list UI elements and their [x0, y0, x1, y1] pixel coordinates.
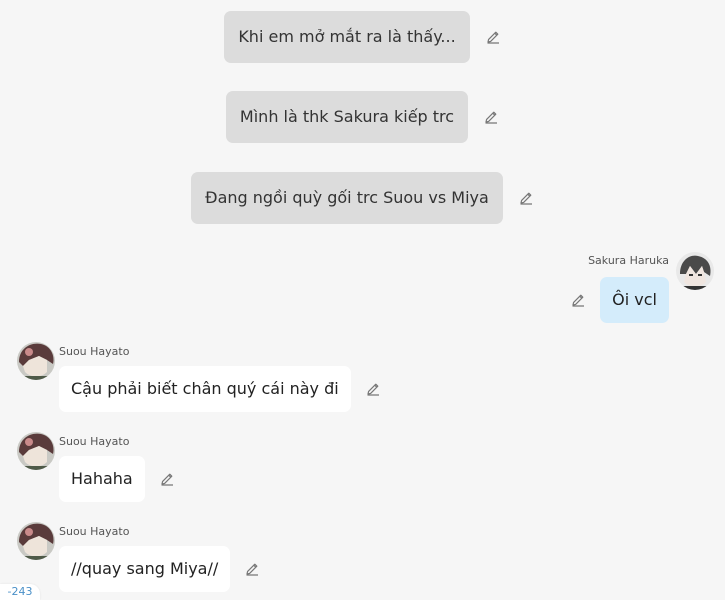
- sender-name: Suou Hayato: [59, 435, 130, 448]
- message-row: Ôi vcl: [570, 277, 669, 323]
- chat-area: Khi em mở mắt ra là thấy... Mình là thk …: [0, 0, 725, 600]
- avatar[interactable]: [676, 252, 714, 290]
- narration-row: Khi em mở mắt ra là thấy...: [0, 11, 725, 63]
- narration-bubble[interactable]: Mình là thk Sakura kiếp trc: [225, 91, 469, 143]
- sender-name: Suou Hayato: [59, 525, 130, 538]
- avatar[interactable]: [17, 342, 55, 380]
- message-bubble[interactable]: Hahaha: [59, 456, 145, 502]
- edit-icon[interactable]: [244, 561, 260, 577]
- message-bubble[interactable]: //quay sang Miya//: [59, 546, 231, 592]
- message-bubble[interactable]: Cậu phải biết chân quý cái này đi: [59, 366, 351, 412]
- edit-icon[interactable]: [159, 471, 175, 487]
- message-row: //quay sang Miya//: [59, 546, 260, 592]
- message-row: Hahaha: [59, 456, 175, 502]
- narration-row: Mình là thk Sakura kiếp trc: [0, 91, 725, 143]
- sender-name: Suou Hayato: [59, 345, 130, 358]
- message-row: Cậu phải biết chân quý cái này đi: [59, 366, 381, 412]
- edit-icon[interactable]: [483, 109, 499, 125]
- message-counter-badge[interactable]: -243: [0, 584, 40, 600]
- sender-name: Sakura Haruka: [588, 254, 669, 267]
- own-message-bubble[interactable]: Ôi vcl: [600, 277, 669, 323]
- avatar[interactable]: [17, 522, 55, 560]
- narration-bubble[interactable]: Khi em mở mắt ra là thấy...: [224, 11, 470, 63]
- edit-icon[interactable]: [485, 29, 501, 45]
- edit-icon[interactable]: [365, 381, 381, 397]
- edit-icon[interactable]: [570, 292, 586, 308]
- narration-row: Đang ngồi quỳ gối trc Suou vs Miya: [0, 172, 725, 224]
- avatar[interactable]: [17, 432, 55, 470]
- narration-bubble[interactable]: Đang ngồi quỳ gối trc Suou vs Miya: [191, 172, 503, 224]
- edit-icon[interactable]: [518, 190, 534, 206]
